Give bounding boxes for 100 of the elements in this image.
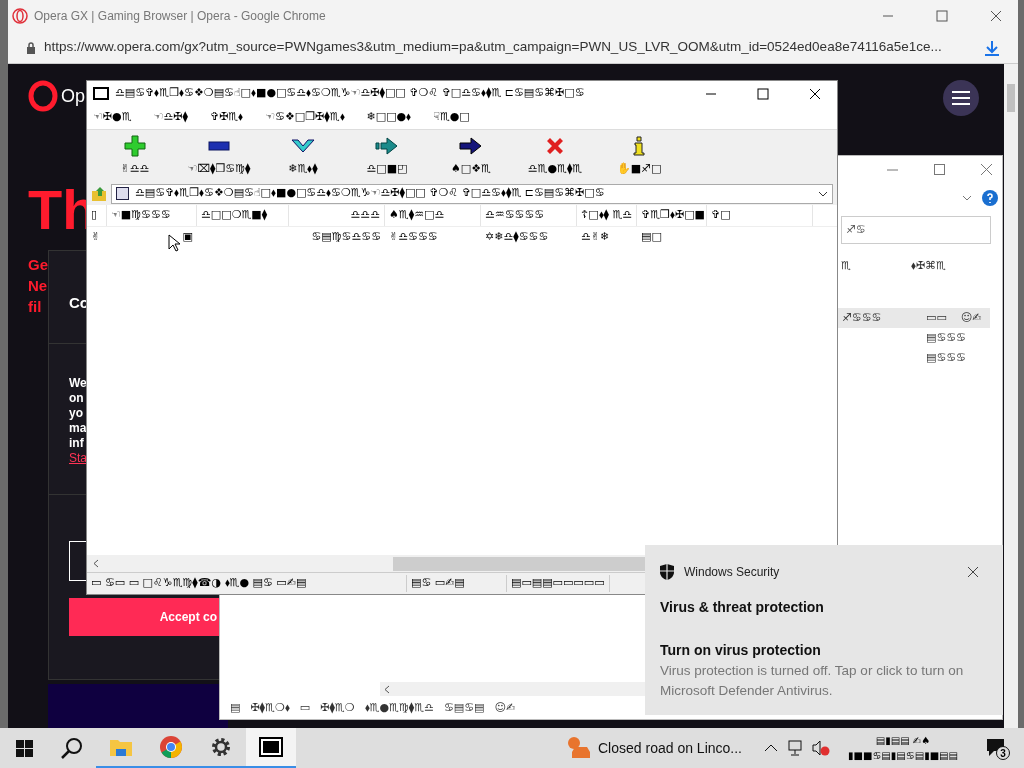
maximize-icon[interactable] [936,10,948,22]
download-icon[interactable] [984,39,1000,56]
table-cell-text: ✌ [91,228,101,245]
status-text: ⬧♏●♏♍⧫♏♎ [364,700,434,716]
column-header[interactable]: ♏ [841,258,851,275]
toolbar-button[interactable]: ☜⌧⧫❒♋♍⧫ [177,130,261,182]
window-title: Opera GX | Gaming Browser | Opera - Google Chrome [34,8,326,25]
subheading-line: Ge [28,255,48,275]
toast-app-name: Windows Security [684,564,780,581]
dialog-text-line: on [69,391,84,406]
folder-up-icon[interactable] [91,185,107,202]
status-text: ▤▭▤▤▭▭▭▭▭ [507,575,610,592]
column-header[interactable]: ✞□ [707,205,813,226]
status-text: ▭ ♋▭ ▭ □♌♑♏♍⧫☎◑ ⬧♏● ▤♋ ▭✍▤ [87,575,407,592]
notification-count: 3 [996,746,1010,760]
clock-text[interactable]: ▤▮▤▤ ✍♠ [875,733,931,748]
plus-icon [124,134,146,157]
table-cell-text: ♐♋♋♋ [842,309,883,326]
toolbar-button[interactable]: ♎♏●♏⧫♏ [513,130,597,182]
maximize-icon[interactable] [934,164,945,175]
subheading-line: fil [28,297,43,317]
status-text: ▤♋ ▭✍▤ [407,575,507,592]
table-cell-text: ♋▤♍♋♎♋♋ [311,228,381,245]
lock-icon [26,41,36,54]
start-icon[interactable] [15,739,33,757]
column-header[interactable]: ▯ [87,205,107,226]
caret-up-icon[interactable] [764,744,778,752]
scroll-left-icon[interactable] [384,684,390,694]
address-field[interactable]: ♎▤♋✞⬧♏❒⬧♋❖❍▤♋☝□⬧■●□♋♎⬧♋❍♏♑☜♎✠⧫□□ ✞❍♌ ✞□♎♋⬧⧫♏ ⊏♋▤♋⌘✠□♋ [111,183,833,204]
column-header[interactable]: ♎□□❍♏■⧫ [197,205,289,226]
menu-item[interactable]: ☜♋❖□❒✠⧫♏⬧ [265,109,345,126]
column-header[interactable]: ☜■♍♋♋♋ [107,205,197,226]
notification-toast[interactable]: Windows Security Virus & threat protection Turn on virus protection Virus protection is turned off. Tap or click to turn on Microsoft Defender Antivirus. [645,545,1003,715]
status-text: ☺✍ [494,700,516,716]
close-icon[interactable] [809,87,821,100]
help-icon[interactable] [982,190,998,206]
file-row[interactable]: ✌ ▣ ♋▤♍♋♎♋♋ ✌♎♋♋♋ ✡❄♎⧫♋♋♋ ♎✌❄ ▤□ [87,227,837,247]
arrow-icon [375,136,399,155]
column-header[interactable]: ✞♏❒⬧✠□■ [637,205,707,226]
archive-app-icon [259,737,283,757]
toolbar-button[interactable]: ❄♏⬧⧫ [261,130,345,182]
table-cell-text: ☺✍ [960,309,982,326]
table-cell-text: ▤♋♋♋ [926,329,966,346]
check-icon [291,138,315,153]
toast-title: Turn on virus protection [660,641,822,660]
logo-text: Op [61,84,85,108]
column-header[interactable]: ☦□⬧⧫ ♏♎ [577,205,637,226]
column-header[interactable]: ⬧✠⌘♏ [910,258,946,275]
table-cell-text: ✌♎♋♋♋ [389,228,438,245]
column-header[interactable]: ♎♎♎ [289,205,385,226]
close-icon[interactable] [968,567,978,577]
news-text[interactable]: Closed road on Linco... [598,737,742,759]
shield-icon [660,564,674,580]
status-text: ♋▤♋▤ [443,700,485,716]
column-header[interactable]: ♠♏⧫♒□♎ [385,205,481,226]
archive-icon [116,187,129,200]
clock-text[interactable]: ▮■■♋▤▮▤♋▤▮■▤▤ [848,748,958,763]
status-text: ▭ [299,700,311,716]
chevron-down-icon [818,190,828,197]
scrollbar-thumb[interactable] [1007,84,1015,112]
search-field[interactable]: ♐♋ [841,216,991,244]
window-title: ♎▤♋✞⬧♏❒⬧♋❖❍▤♋☝□⬧■●□♋♎⬧♋❍♏♑☜♎✠⧫□□ ✞❍♌ ✞□♎♋⬧⧫♏ ⊏♋▤♋⌘✠□♋ [115,85,585,102]
table-cell-text: ▣ [182,228,193,245]
status-text: ✠⧫♏❍⬧ [250,700,290,716]
chevron-down-icon[interactable] [962,195,972,201]
opera-logo-icon [12,8,28,24]
app-logo-icon [93,87,109,100]
close-icon[interactable] [990,10,1002,22]
opera-logo-icon [28,80,58,112]
toast-heading: Virus & threat protection [660,598,825,617]
toast-body: Virus protection is turned off. Tap or click to turn on Microsoft Defender Antivirus. [660,662,965,700]
dialog-text-line: ma [69,421,87,436]
table-cell-text: ♎✌❄ [581,228,610,245]
subheading-line: Ne [28,276,48,296]
status-text: ✠⧫♏❍ [320,700,355,716]
accept-button[interactable]: Accept co [69,598,219,636]
dialog-link[interactable]: Sta [69,451,87,466]
speaker-muted-icon[interactable] [812,740,830,756]
maximize-icon[interactable] [757,87,769,100]
menu-item[interactable]: ☜♎✠⧫ [153,109,188,126]
table-cell-text: ✡❄♎⧫♋♋♋ [485,228,549,245]
menu-item[interactable]: ☜✠●♏ [93,109,132,126]
dialog-text-line: yo [69,406,83,421]
search-icon[interactable] [61,737,83,759]
mouse-cursor-icon [168,234,180,252]
column-header[interactable]: ♎♒♋♋♋♋ [481,205,577,226]
arrow-icon [459,136,483,155]
menu-button[interactable] [943,80,979,116]
toolbar-button[interactable]: ♠□❖♏ [429,130,513,182]
toolbar-button[interactable]: ✌♎♎ [93,130,177,182]
menu-item[interactable]: ✞✠♏⬧ [209,109,244,126]
menu-item[interactable]: ❄□□●⬧ [366,109,412,126]
toolbar-button[interactable]: ♎□■◰ [345,130,429,182]
gear-icon [210,736,232,758]
scroll-left-icon[interactable] [93,559,99,568]
toolbar-button[interactable]: ✋■♐□ [597,130,681,182]
taskbar-app-button[interactable] [246,728,296,768]
info-icon [632,135,646,156]
menu-item[interactable]: ☟♏●□ [433,109,470,126]
folder-icon [109,737,133,757]
